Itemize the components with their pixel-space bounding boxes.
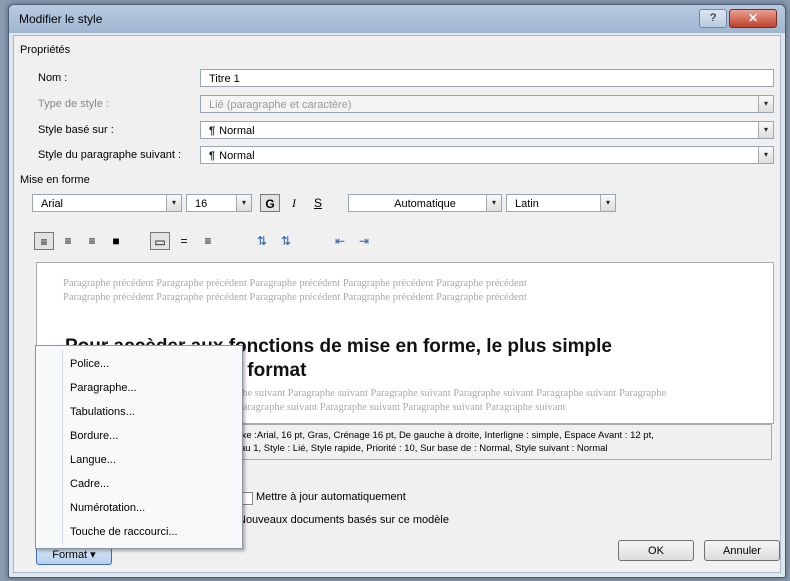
new-documents-label[interactable]: Nouveaux documents basés sur ce modèle: [238, 514, 449, 526]
format-menu: Police... Paragraphe... Tabulations... B…: [35, 345, 243, 549]
properties-section-label: Propriétés: [20, 44, 71, 56]
script-value: Latin: [515, 198, 539, 210]
preview-next-paragraph: Paragraphe suivant Paragraphe suivant Pa…: [237, 402, 566, 413]
auto-update-label: Mettre à jour automatiquement: [256, 491, 406, 503]
menu-item-paragraph[interactable]: Paragraphe...: [70, 382, 137, 394]
style-type-label: Type de style :: [38, 98, 109, 110]
based-on-label: Style basé sur :: [38, 124, 114, 136]
chevron-down-icon[interactable]: ▾: [166, 195, 181, 211]
paragraph-style-icon: ¶: [209, 125, 216, 137]
modify-style-dialog: Modifier le style ? ✕ Propriétés Nom : T…: [8, 4, 786, 578]
next-style-label: Style du paragraphe suivant :: [38, 149, 182, 161]
italic-button[interactable]: I: [284, 194, 304, 212]
space-before-icon[interactable]: ⇅: [252, 232, 272, 250]
based-on-select[interactable]: ¶ Normal ▾: [200, 121, 774, 139]
underline-button[interactable]: S: [308, 194, 328, 212]
title-bar: Modifier le style ? ✕: [9, 5, 785, 33]
menu-gutter: [62, 350, 63, 544]
space-after-icon[interactable]: ⇅: [276, 232, 296, 250]
chevron-down-icon[interactable]: ▾: [600, 195, 615, 211]
font-color-select[interactable]: Automatique ▾: [348, 194, 502, 212]
chevron-down-icon[interactable]: ▾: [758, 122, 773, 138]
increase-indent-icon[interactable]: ⇥: [354, 232, 374, 250]
menu-item-font[interactable]: Police...: [70, 358, 109, 370]
script-select[interactable]: Latin ▾: [506, 194, 616, 212]
close-button[interactable]: ✕: [729, 9, 777, 28]
paragraph-style-icon: ¶: [209, 150, 216, 162]
line-spacing-15-icon[interactable]: =: [174, 232, 194, 250]
decrease-indent-icon[interactable]: ⇤: [330, 232, 350, 250]
chevron-down-icon: ▾: [758, 96, 773, 112]
preview-previous-paragraph: Paragraphe précédent Paragraphe précéden…: [63, 278, 527, 289]
font-color-value: Automatique: [394, 198, 456, 210]
style-type-value: Lié (paragraphe et caractère): [209, 99, 352, 111]
single-spacing-icon[interactable]: ▭: [150, 232, 170, 250]
double-spacing-icon[interactable]: ≡: [198, 232, 218, 250]
dialog-title: Modifier le style: [19, 12, 103, 26]
name-input[interactable]: Titre 1: [200, 69, 774, 87]
bold-button[interactable]: G: [260, 194, 280, 212]
cancel-button[interactable]: Annuler: [704, 540, 780, 561]
style-type-select: Lié (paragraphe et caractère) ▾: [200, 95, 774, 113]
preview-previous-paragraph: Paragraphe précédent Paragraphe précéden…: [63, 292, 527, 303]
align-justify-icon[interactable]: ■: [106, 232, 126, 250]
chevron-down-icon[interactable]: ▾: [236, 195, 251, 211]
ok-button[interactable]: OK: [618, 540, 694, 561]
menu-item-frame[interactable]: Cadre...: [70, 478, 109, 490]
menu-item-shortcut[interactable]: Touche de raccourci...: [70, 526, 178, 538]
align-left-icon[interactable]: ≡: [34, 232, 54, 250]
next-style-value: Normal: [219, 150, 255, 162]
formatting-section-label: Mise en forme: [20, 174, 90, 186]
menu-item-border[interactable]: Bordure...: [70, 430, 118, 442]
align-right-icon[interactable]: ≡: [82, 232, 102, 250]
chevron-down-icon[interactable]: ▾: [486, 195, 501, 211]
menu-item-language[interactable]: Langue...: [70, 454, 116, 466]
next-style-select[interactable]: ¶ Normal ▾: [200, 146, 774, 164]
align-center-icon[interactable]: ≡: [58, 232, 78, 250]
help-button[interactable]: ?: [699, 9, 727, 28]
chevron-down-icon[interactable]: ▾: [758, 147, 773, 163]
font-size-select[interactable]: 16 ▾: [186, 194, 252, 212]
name-label: Nom :: [38, 72, 68, 84]
font-size-value: 16: [195, 198, 208, 210]
menu-item-numbering[interactable]: Numérotation...: [70, 502, 145, 514]
menu-item-tabs[interactable]: Tabulations...: [70, 406, 135, 418]
font-select[interactable]: Arial ▾: [32, 194, 182, 212]
preview-next-paragraph: phe suivant Paragraphe suivant Paragraph…: [237, 388, 667, 399]
font-value: Arial: [41, 198, 64, 210]
based-on-value: Normal: [219, 125, 255, 137]
